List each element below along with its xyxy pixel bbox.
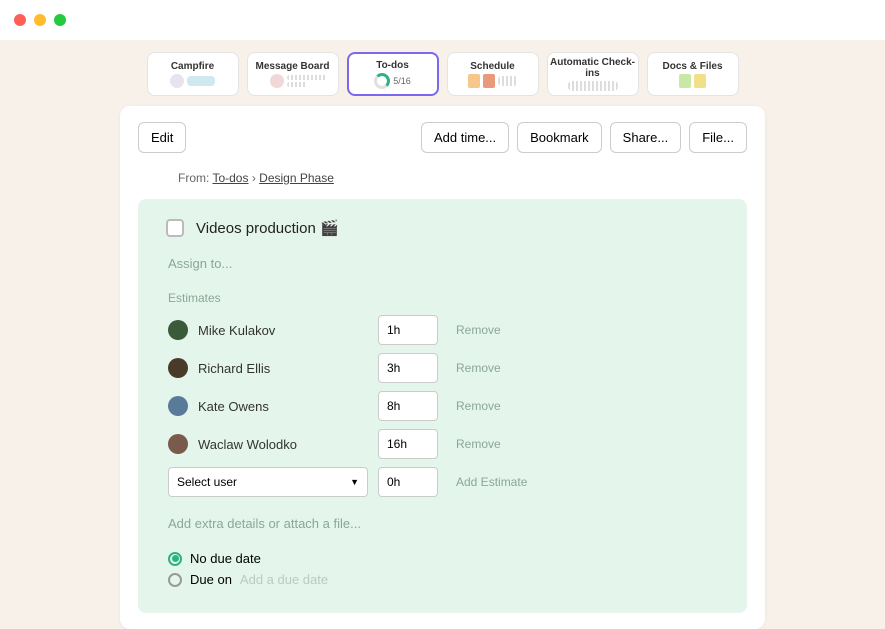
toolbar: Edit Add time... Bookmark Share... File.… [138,122,747,153]
tab-label: Schedule [470,61,514,72]
avatar [168,358,188,378]
file-button[interactable]: File... [689,122,747,153]
tab-label: To-dos [376,60,409,71]
edit-button[interactable]: Edit [138,122,186,153]
add-time-button[interactable]: Add time... [421,122,509,153]
estimate-row: Mike Kulakov Remove [168,315,719,345]
remove-link[interactable]: Remove [456,361,501,375]
tab-schedule[interactable]: Schedule [447,52,539,96]
estimate-add-row: Select user ▼ Add Estimate [168,467,719,497]
radio-button-unchecked[interactable] [168,573,182,587]
person-name: Waclaw Wolodko [198,437,368,452]
tab-campfire[interactable]: Campfire [147,52,239,96]
schedule-icon [468,74,518,88]
tab-label: Automatic Check-ins [548,57,638,79]
tab-message-board[interactable]: Message Board [247,52,339,96]
time-input[interactable] [378,391,438,421]
main-panel: Edit Add time... Bookmark Share... File.… [120,106,765,629]
assign-section: Assign to... [166,255,719,273]
share-button[interactable]: Share... [610,122,682,153]
estimates-label: Estimates [168,291,719,305]
assign-to-field[interactable]: Assign to... [168,256,232,271]
add-estimate-link[interactable]: Add Estimate [456,475,527,489]
time-input-new[interactable] [378,467,438,497]
breadcrumb-todos-link[interactable]: To-dos [212,171,248,185]
due-on-label: Due on [190,572,232,587]
campfire-icon [170,74,215,88]
todos-count: 5/16 [393,76,411,86]
docs-icon [679,74,706,88]
checkins-icon [568,81,618,91]
bookmark-button[interactable]: Bookmark [517,122,602,153]
estimates-section: Estimates Mike Kulakov Remove Richard El… [166,291,719,497]
chevron-down-icon: ▼ [350,477,359,487]
person-name: Richard Ellis [198,361,368,376]
todos-icon: 5/16 [374,73,411,89]
details-section: Add extra details or attach a file... [166,515,719,533]
time-input[interactable] [378,315,438,345]
toolbar-right: Add time... Bookmark Share... File... [421,122,747,153]
minimize-window-button[interactable] [34,14,46,26]
remove-link[interactable]: Remove [456,437,501,451]
breadcrumb: From: To-dos › Design Phase [138,171,747,185]
todo-checkbox[interactable] [166,219,184,237]
estimate-row: Richard Ellis Remove [168,353,719,383]
breadcrumb-design-phase-link[interactable]: Design Phase [259,171,334,185]
radio-button-checked[interactable] [168,552,182,566]
remove-link[interactable]: Remove [456,399,501,413]
maximize-window-button[interactable] [54,14,66,26]
tab-checkins[interactable]: Automatic Check-ins [547,52,639,96]
details-field[interactable]: Add extra details or attach a file... [168,516,361,531]
nav-tabs: Campfire Message Board To-dos 5/16 Sched… [0,40,885,106]
select-user-dropdown[interactable]: Select user ▼ [168,467,368,497]
close-window-button[interactable] [14,14,26,26]
tab-todos[interactable]: To-dos 5/16 [347,52,439,96]
tab-docs[interactable]: Docs & Files [647,52,739,96]
tab-label: Message Board [256,61,330,72]
time-input[interactable] [378,429,438,459]
select-user-label: Select user [177,475,237,489]
avatar [168,396,188,416]
breadcrumb-from: From: [178,171,212,185]
window-chrome [0,0,885,40]
estimate-row: Waclaw Wolodko Remove [168,429,719,459]
estimate-row: Kate Owens Remove [168,391,719,421]
todo-title: Videos production 🎬 [196,219,339,237]
tab-label: Campfire [171,61,214,72]
remove-link[interactable]: Remove [456,323,501,337]
tab-label: Docs & Files [662,61,722,72]
todo-card: Videos production 🎬 Assign to... Estimat… [138,199,747,613]
no-due-date-label: No due date [190,551,261,566]
todo-header: Videos production 🎬 [166,219,719,237]
due-date-section: No due date Due on Add a due date [166,551,719,587]
person-name: Mike Kulakov [198,323,368,338]
progress-ring-icon [374,73,390,89]
breadcrumb-sep: › [248,171,259,185]
avatar [168,434,188,454]
person-name: Kate Owens [198,399,368,414]
radio-due-on[interactable]: Due on Add a due date [168,572,719,587]
due-date-placeholder: Add a due date [240,572,328,587]
radio-no-due-date[interactable]: No due date [168,551,719,566]
message-board-icon [270,74,315,88]
time-input[interactable] [378,353,438,383]
avatar [168,320,188,340]
